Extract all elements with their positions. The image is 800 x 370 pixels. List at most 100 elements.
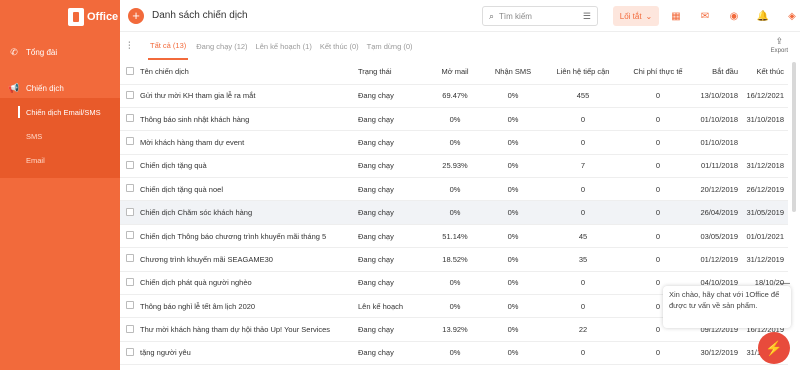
row-checkbox[interactable] <box>120 294 140 319</box>
cell-name[interactable]: Chương trình khuyến mãi SEAGAME30 <box>140 247 358 272</box>
sidebar-subitem-sms[interactable]: SMS <box>0 124 120 148</box>
cell-name[interactable]: Chiến dịch phát quà người nghèo <box>140 271 358 296</box>
cell-open-mail: 0% <box>426 107 484 132</box>
cell-name[interactable]: tặng người yêu <box>140 341 358 366</box>
tab-all[interactable]: Tất cả (13) <box>148 32 189 60</box>
cell-end: 31/12/2019 <box>742 247 788 272</box>
cell-start: 30/12/2019 <box>692 341 742 366</box>
col-name[interactable]: Tên chiến dịch <box>140 60 358 85</box>
bell-icon[interactable]: 🔔 <box>755 8 771 24</box>
sidebar-item-chien-dich[interactable]: 📢 Chiến dịch <box>0 78 120 98</box>
apps-grid-icon[interactable]: ▦ <box>668 8 684 24</box>
cell-name[interactable]: Gửi thư mời KH tham gia lễ ra mắt <box>140 84 358 108</box>
cell-contacts: 0 <box>542 271 624 296</box>
status-tabs: ⫶ Tất cả (13) Đang chạy (12) Lên kế hoạc… <box>120 32 800 60</box>
export-button[interactable]: ⇪ Export <box>771 36 788 54</box>
col-contacts[interactable]: Liên hệ tiếp cận <box>542 60 624 85</box>
cell-status: Đang chạy <box>358 317 426 342</box>
cell-open-mail: 0% <box>426 200 484 225</box>
cell-status: Đang chạy <box>358 84 426 108</box>
row-checkbox[interactable] <box>120 341 140 366</box>
cell-name[interactable]: Chiến dịch tặng quà noel <box>140 177 358 202</box>
cell-name[interactable]: Thông báo nghỉ lễ tết âm lịch 2020 <box>140 294 358 319</box>
col-start[interactable]: Bắt đầu <box>692 60 742 85</box>
sidebar-subitem-email[interactable]: Email <box>0 148 120 172</box>
cell-name[interactable]: Thư mời khách hàng tham dự hội thảo Up! … <box>140 317 358 342</box>
cell-name[interactable]: Mời khách hàng tham dự event <box>140 130 358 155</box>
cell-end: 16/12/2021 <box>742 84 788 108</box>
table-row[interactable]: Chương trình khuyến mãi SEAGAME30 Đang ch… <box>120 247 788 272</box>
cell-cost: 0 <box>624 341 692 366</box>
table-row[interactable]: tặng người yêuĐang chạy0%0%0030/12/20193… <box>120 341 788 366</box>
cell-end: 26/12/2019 <box>742 177 788 202</box>
cell-name[interactable]: Chiến dịch Chăm sóc khách hàng <box>140 200 358 225</box>
row-checkbox[interactable] <box>120 271 140 296</box>
sidebar-item-tong-dai[interactable]: ✆ Tổng đài <box>0 42 120 62</box>
cell-sms: 0% <box>484 341 542 366</box>
cell-contacts: 35 <box>542 247 624 272</box>
scrollbar[interactable] <box>792 62 796 212</box>
col-sms[interactable]: Nhận SMS <box>484 60 542 85</box>
office-logo-icon <box>68 8 84 26</box>
cell-contacts: 45 <box>542 224 624 249</box>
select-all-checkbox[interactable] <box>120 60 140 85</box>
row-checkbox[interactable] <box>120 107 140 132</box>
table-header-row: Tên chiến dịch Trạng thái Mở mail Nhận S… <box>120 60 788 85</box>
location-button[interactable]: Lối tắt ⌄ <box>613 6 659 26</box>
tab-planned[interactable]: Lên kế hoạch (1) <box>256 32 312 60</box>
table-row[interactable]: Thông báo sinh nhật khách hàng Đang chạy 0… <box>120 107 788 132</box>
search-input[interactable]: ⌕ Tìm kiếm ☰ <box>482 6 598 26</box>
cell-contacts: 0 <box>542 130 624 155</box>
table-row[interactable]: Chiến dịch tặng quà Đang chạy 25.93% 0% 7 0 01… <box>120 154 788 179</box>
row-checkbox[interactable] <box>120 247 140 272</box>
cell-start: 26/04/2019 <box>692 200 742 225</box>
col-end[interactable]: Kết thúc <box>742 60 788 85</box>
tab-running[interactable]: Đang chạy (12) <box>196 32 247 60</box>
cell-status: Đang chạy <box>358 341 426 366</box>
play-circle-icon[interactable]: ◉ <box>726 8 742 24</box>
top-icons: ▦ ✉ ◉ 🔔 ◈ <box>668 8 800 24</box>
cell-start: 13/10/2018 <box>692 84 742 108</box>
cell-cost: 0 <box>624 247 692 272</box>
col-open-mail[interactable]: Mở mail <box>426 60 484 85</box>
cell-sms: 0% <box>484 107 542 132</box>
cell-sms: 0% <box>484 224 542 249</box>
cell-name[interactable]: Chiến dịch Thông báo chương trình khuyến… <box>140 224 358 249</box>
cell-name[interactable]: Chiến dịch tặng quà <box>140 154 358 179</box>
table-row[interactable]: Mời khách hàng tham dự event Đang chạy 0% 0… <box>120 130 788 155</box>
row-checkbox[interactable] <box>120 200 140 225</box>
row-checkbox[interactable] <box>120 130 140 155</box>
export-label: Export <box>770 48 788 54</box>
cell-start: 01/12/2019 <box>692 247 742 272</box>
table-row[interactable]: Gửi thư mời KH tham gia lễ ra mắt Đang ch… <box>120 84 788 108</box>
table-row[interactable]: Chiến dịch tặng quà noel Đang chạy 0% 0% 0 0 2… <box>120 177 788 202</box>
cell-open-mail: 25.93% <box>426 154 484 179</box>
cell-end <box>742 130 788 155</box>
col-cost[interactable]: Chi phí thực tế <box>624 60 692 85</box>
table-row[interactable]: Chiến dịch Chăm sóc khách hàng Đang chạy 0… <box>120 200 788 225</box>
mail-icon[interactable]: ✉ <box>697 8 713 24</box>
col-status[interactable]: Trạng thái <box>358 60 426 85</box>
row-checkbox[interactable] <box>120 177 140 202</box>
cell-name[interactable]: Thông báo sinh nhật khách hàng <box>140 107 358 132</box>
filter-icon[interactable]: ☰ <box>583 11 591 22</box>
row-checkbox[interactable] <box>120 154 140 179</box>
sliders-icon[interactable]: ⫶ <box>128 41 140 52</box>
row-checkbox[interactable] <box>120 224 140 249</box>
cell-sms: 0% <box>484 84 542 108</box>
row-checkbox[interactable] <box>120 84 140 108</box>
cell-sms: 0% <box>484 294 542 319</box>
cell-sms: 0% <box>484 177 542 202</box>
messenger-chat-button[interactable]: ⚡ <box>758 332 790 364</box>
user-avatar-icon[interactable]: ◈ <box>784 8 800 24</box>
cell-start: 01/10/2018 <box>692 107 742 132</box>
table-row[interactable]: Chiến dịch Thông báo chương trình khuyến… <box>120 224 788 249</box>
logo[interactable]: Office <box>0 0 120 34</box>
tab-paused[interactable]: Tạm dừng (0) <box>367 32 413 60</box>
row-checkbox[interactable] <box>120 317 140 342</box>
cell-start: 03/05/2019 <box>692 224 742 249</box>
add-button[interactable]: + <box>128 7 144 24</box>
tab-ended[interactable]: Kết thúc (0) <box>320 32 359 60</box>
cell-status: Đang chạy <box>358 107 426 132</box>
cell-end: 01/01/2021 <box>742 224 788 249</box>
